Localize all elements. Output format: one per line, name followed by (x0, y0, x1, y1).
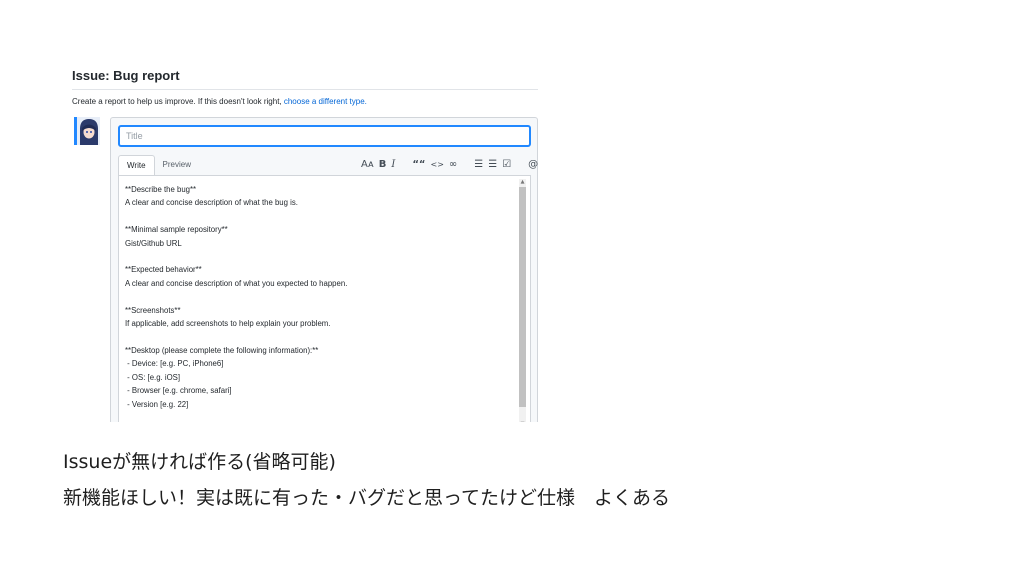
tab-preview[interactable]: Preview (155, 155, 199, 176)
choose-different-type-link[interactable]: choose a different type. (284, 97, 367, 106)
scroll-thumb[interactable] (519, 187, 526, 407)
page-title: Issue: Bug report (72, 68, 180, 83)
scroll-down-icon[interactable]: ▼ (519, 421, 526, 422)
italic-icon[interactable]: I (391, 158, 395, 172)
bold-icon[interactable]: B (379, 158, 387, 172)
editor-tabs: Write Preview (118, 155, 199, 176)
quote-icon[interactable]: ““ (412, 158, 425, 172)
caption-line-1: Issueが無ければ作る(省略可能) (63, 451, 336, 473)
mention-icon[interactable]: @ (528, 158, 538, 172)
avatar (74, 117, 100, 145)
numbered-list-icon[interactable]: ☰ (488, 158, 497, 172)
issue-template-text: **Describe the bug** A clear and concise… (125, 185, 348, 409)
github-issue-screenshot: Issue: Bug report Create a report to hel… (70, 62, 540, 422)
tab-write[interactable]: Write (118, 155, 155, 176)
issue-body-textarea[interactable]: **Describe the bug** A clear and concise… (118, 175, 531, 422)
heading-icon[interactable]: Aᴀ (361, 158, 374, 172)
description-text: Create a report to help us improve. If t… (72, 97, 284, 106)
scroll-up-icon[interactable]: ▲ (519, 179, 526, 185)
caption-line-2: 新機能ほしい！実は既に有った・バグだと思ってたけど仕様 よくある (63, 487, 671, 509)
task-list-icon[interactable]: ☑ (502, 158, 511, 172)
title-divider (72, 89, 538, 90)
issue-title-input[interactable] (118, 125, 531, 147)
markdown-toolbar: Aᴀ B I ““ <> ∞ ☰ ☰ ☑ @ ■ ▾ (361, 158, 540, 172)
link-icon[interactable]: ∞ (449, 158, 457, 172)
editor-scrollbar[interactable]: ▲ ▼ (519, 179, 526, 422)
code-icon[interactable]: <> (431, 158, 444, 172)
issue-template-description: Create a report to help us improve. If t… (72, 97, 367, 106)
bullet-list-icon[interactable]: ☰ (474, 158, 483, 172)
new-issue-form: Write Preview Aᴀ B I ““ <> ∞ ☰ ☰ ☑ @ ■ ▾… (110, 117, 538, 422)
